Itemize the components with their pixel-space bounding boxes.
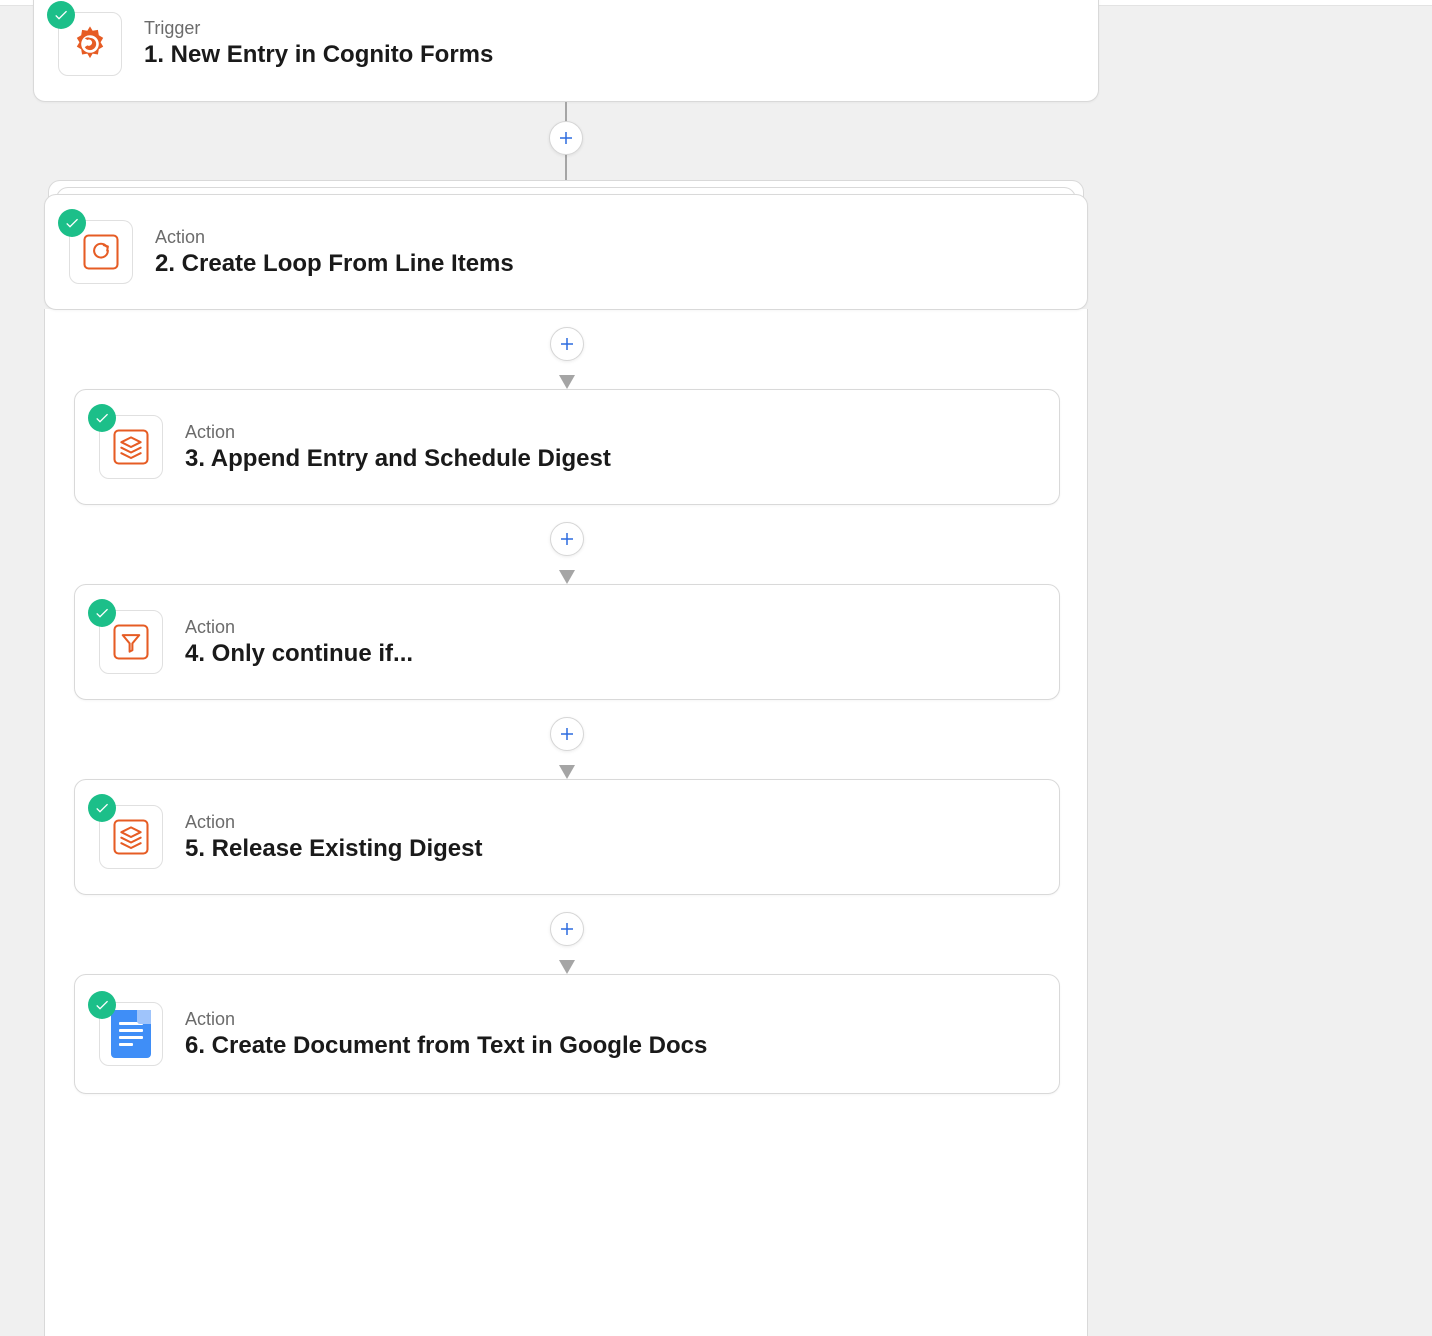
step-title: 6. Create Document from Text in Google D…	[185, 1032, 707, 1060]
step-action-filter[interactable]: Action 4. Only continue if...	[74, 584, 1060, 700]
step-action-release-digest[interactable]: Action 5. Release Existing Digest	[74, 779, 1060, 895]
plus-icon	[558, 725, 576, 743]
plus-icon	[558, 335, 576, 353]
status-check-icon	[58, 209, 86, 237]
plus-icon	[558, 530, 576, 548]
google-docs-icon	[111, 1010, 151, 1058]
step-title: 2. Create Loop From Line Items	[155, 250, 514, 278]
step-type-label: Action	[185, 422, 611, 443]
filter-icon	[109, 620, 153, 664]
step-type-label: Action	[185, 617, 413, 638]
app-icon-loop	[69, 220, 133, 284]
digest-stack-icon	[109, 425, 153, 469]
step-action-append-digest[interactable]: Action 3. Append Entry and Schedule Dige…	[74, 389, 1060, 505]
app-icon-google-docs	[99, 1002, 163, 1066]
arrow-down-icon	[559, 960, 575, 974]
add-step-button[interactable]	[550, 717, 584, 751]
step-text: Action 6. Create Document from Text in G…	[185, 1009, 707, 1060]
add-step-button[interactable]	[550, 327, 584, 361]
add-step-button[interactable]	[550, 912, 584, 946]
step-action-google-docs[interactable]: Action 6. Create Document from Text in G…	[74, 974, 1060, 1094]
status-check-icon	[88, 991, 116, 1019]
status-check-icon	[88, 794, 116, 822]
app-icon-cognito	[58, 12, 122, 76]
step-text: Action 3. Append Entry and Schedule Dige…	[185, 422, 611, 473]
plus-icon	[558, 920, 576, 938]
step-title: 1. New Entry in Cognito Forms	[144, 41, 493, 69]
arrow-down-icon	[559, 570, 575, 584]
app-icon-digest	[99, 415, 163, 479]
status-check-icon	[88, 404, 116, 432]
step-text: Trigger 1. New Entry in Cognito Forms	[144, 18, 493, 69]
app-icon-filter	[99, 610, 163, 674]
step-text: Action 5. Release Existing Digest	[185, 812, 482, 863]
step-type-label: Action	[185, 1009, 707, 1030]
app-icon-digest	[99, 805, 163, 869]
step-trigger[interactable]: Trigger 1. New Entry in Cognito Forms	[33, 0, 1099, 102]
plus-icon	[557, 129, 575, 147]
arrow-down-icon	[559, 375, 575, 389]
step-text: Action 2. Create Loop From Line Items	[155, 227, 514, 278]
step-title: 4. Only continue if...	[185, 640, 413, 668]
step-loop[interactable]: Action 2. Create Loop From Line Items	[44, 194, 1088, 310]
add-step-button[interactable]	[549, 121, 583, 155]
cognito-gear-icon	[68, 22, 112, 66]
arrow-down-icon	[559, 765, 575, 779]
step-title: 3. Append Entry and Schedule Digest	[185, 445, 611, 473]
step-title: 5. Release Existing Digest	[185, 835, 482, 863]
step-text: Action 4. Only continue if...	[185, 617, 413, 668]
status-check-icon	[47, 1, 75, 29]
step-type-label: Action	[185, 812, 482, 833]
step-type-label: Trigger	[144, 18, 493, 39]
add-step-button[interactable]	[550, 522, 584, 556]
workflow-canvas: Trigger 1. New Entry in Cognito Forms Ac…	[0, 0, 1432, 1336]
step-type-label: Action	[155, 227, 514, 248]
digest-stack-icon	[109, 815, 153, 859]
loop-icon	[79, 230, 123, 274]
status-check-icon	[88, 599, 116, 627]
